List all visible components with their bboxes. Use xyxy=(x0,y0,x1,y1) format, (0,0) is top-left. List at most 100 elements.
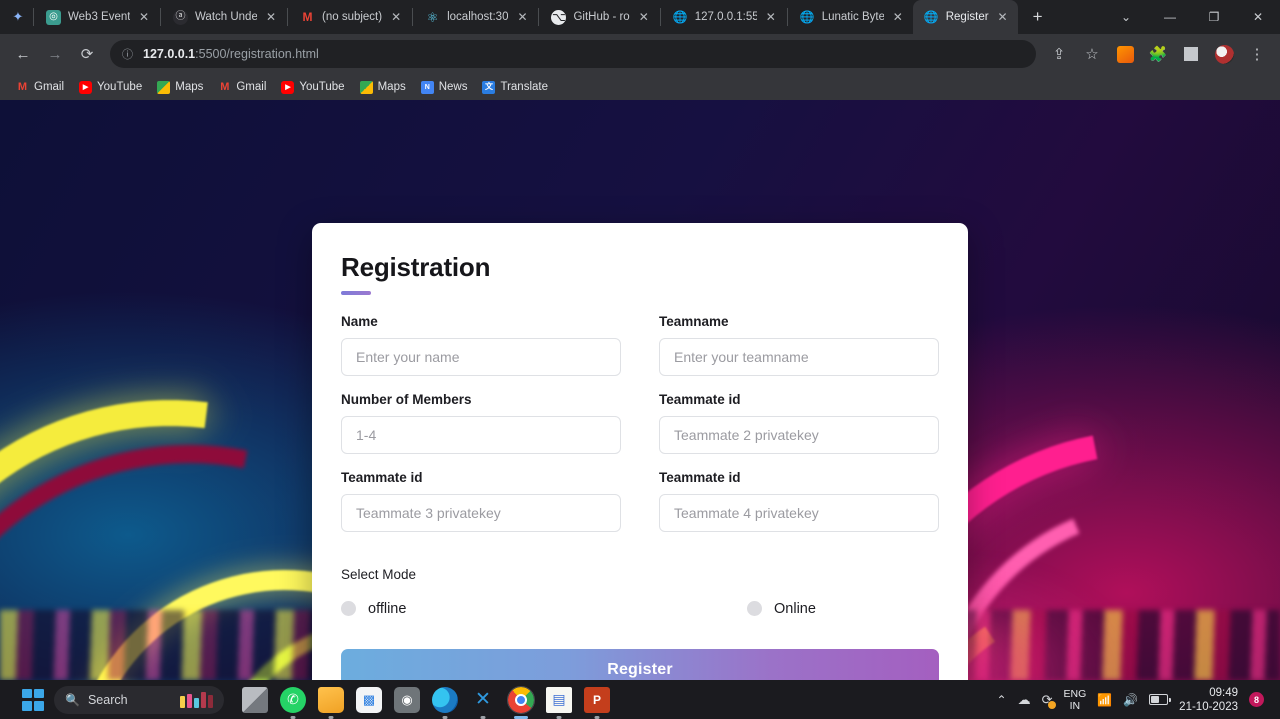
react-favicon: ⚛ xyxy=(426,9,439,25)
gmail-favicon: M xyxy=(302,10,313,24)
whatsapp-icon[interactable]: ✆ xyxy=(280,686,306,713)
battery-icon[interactable] xyxy=(1149,694,1172,705)
close-icon[interactable]: ✕ xyxy=(996,10,1010,24)
close-icon[interactable]: ✕ xyxy=(389,10,403,24)
sidebar-toggle-icon[interactable] xyxy=(1176,39,1206,69)
task-view-icon[interactable] xyxy=(242,686,268,713)
language-indicator[interactable]: ENG IN xyxy=(1064,688,1087,712)
share-icon[interactable]: ⇪ xyxy=(1044,39,1074,69)
youtube-icon: ▶ xyxy=(281,80,295,94)
file-explorer-icon[interactable] xyxy=(318,686,344,713)
bookmark-label: Gmail xyxy=(236,81,267,93)
close-icon[interactable]: ✕ xyxy=(891,10,905,24)
tab-127-0-0-1[interactable]: 🌐 127.0.0.1:55 ✕ xyxy=(662,0,786,34)
field-teammate-3: Teammate id xyxy=(341,470,621,532)
bookmark-label: Maps xyxy=(175,81,204,93)
teammate-3-input[interactable] xyxy=(341,493,621,532)
brave-rewards-icon[interactable]: ✦ xyxy=(4,0,32,34)
maximize-button[interactable]: ❐ xyxy=(1192,0,1236,34)
tab-title: GitHub - ro xyxy=(573,11,630,23)
clock-time: 09:49 xyxy=(1209,686,1238,699)
onedrive-cloud-icon[interactable]: ☁ xyxy=(1018,692,1031,708)
tab-web3-event[interactable]: ◎ Web3 Event ✕ xyxy=(35,0,159,34)
globe-favicon: 🌐 xyxy=(672,10,688,24)
bookmark-gmail-2[interactable]: M Gmail xyxy=(212,78,272,97)
close-icon[interactable]: ✕ xyxy=(764,10,778,24)
show-hidden-icons-chevron-icon[interactable]: ⌃ xyxy=(997,693,1007,707)
bookmark-label: YouTube xyxy=(97,81,143,93)
radio-option-offline[interactable]: offline xyxy=(341,601,747,617)
close-icon[interactable]: ✕ xyxy=(515,10,529,24)
tab-strip: ✦ ◎ Web3 Event ✕ ⓐ Watch Unde ✕ M (no su… xyxy=(0,0,1280,34)
tab-divider xyxy=(538,8,540,26)
teamname-input[interactable] xyxy=(659,337,939,376)
clock[interactable]: 09:49 21-10-2023 xyxy=(1179,686,1238,714)
bookmark-maps[interactable]: Maps xyxy=(151,78,209,97)
reload-button[interactable]: ⟳ xyxy=(72,39,102,69)
gmail-icon: M xyxy=(17,80,28,93)
radio-button-offline[interactable] xyxy=(341,601,356,617)
firefox-extension-icon[interactable] xyxy=(1110,39,1140,69)
tab-lunatic-bytes[interactable]: 🌐 Lunatic Byte ✕ xyxy=(789,0,913,34)
close-icon[interactable]: ✕ xyxy=(137,10,151,24)
minimize-button[interactable]: — xyxy=(1148,0,1192,34)
bookmark-youtube-2[interactable]: ▶ YouTube xyxy=(275,78,350,97)
url-text: 127.0.0.1:5500/registration.html xyxy=(143,47,319,61)
browser-menu-icon[interactable]: ⋮ xyxy=(1242,39,1272,69)
tab-divider xyxy=(786,8,788,26)
register-button[interactable]: Register xyxy=(341,648,939,680)
bookmark-translate[interactable]: 文 Translate xyxy=(476,78,554,97)
notepad-icon[interactable]: ▤ xyxy=(546,686,572,713)
windows-update-icon[interactable]: ⟳ xyxy=(1042,692,1056,709)
page-title: Registration xyxy=(341,252,491,282)
teammate-4-input[interactable] xyxy=(659,493,939,532)
close-icon[interactable]: ✕ xyxy=(637,10,651,24)
powerpoint-icon[interactable]: P xyxy=(584,686,610,713)
teammate-2-input[interactable] xyxy=(659,415,939,454)
bookmark-maps-2[interactable]: Maps xyxy=(354,78,412,97)
camera-icon[interactable]: ◉ xyxy=(394,686,420,713)
tab-search-icon[interactable]: ⌄ xyxy=(1104,0,1148,34)
forward-button[interactable]: → xyxy=(40,39,70,69)
radio-option-online[interactable]: Online xyxy=(747,601,816,617)
tab-register[interactable]: 🌐 Register ✕ xyxy=(912,0,1018,34)
tab-localhost-3000[interactable]: ⚛ localhost:30 ✕ xyxy=(414,0,537,34)
field-label: Teammate id xyxy=(659,469,741,485)
volume-icon[interactable]: 🔊 xyxy=(1123,693,1138,707)
bookmark-label: News xyxy=(438,81,468,93)
close-window-button[interactable]: ✕ xyxy=(1236,0,1280,34)
bookmarks-bar: M Gmail ▶ YouTube Maps M Gmail ▶ YouTube… xyxy=(0,74,1280,100)
field-label: Teamname xyxy=(659,313,729,329)
toolbar-actions: ⇪ ☆ 🧩 ⋮ xyxy=(1044,39,1272,69)
tab-title: Web3 Event xyxy=(68,11,130,23)
address-bar[interactable]: ⓘ 127.0.0.1:5500/registration.html xyxy=(110,40,1036,68)
microsoft-edge-icon[interactable] xyxy=(432,686,458,713)
field-teammate-2: Teammate id xyxy=(659,392,939,454)
radio-button-online[interactable] xyxy=(747,601,762,617)
members-input[interactable] xyxy=(341,415,621,454)
start-button[interactable] xyxy=(22,688,44,711)
microsoft-store-icon[interactable]: ▩ xyxy=(356,686,382,713)
bookmark-gmail[interactable]: M Gmail xyxy=(10,78,70,97)
google-chrome-icon[interactable] xyxy=(507,685,535,714)
tab-watch-under[interactable]: ⓐ Watch Unde ✕ xyxy=(162,0,286,34)
search-input[interactable]: 🔍 Search xyxy=(54,685,224,714)
tab-no-subject[interactable]: M (no subject) ✕ xyxy=(289,0,411,34)
vs-code-icon[interactable]: ✕ xyxy=(470,687,496,713)
avatar[interactable] xyxy=(1209,39,1239,69)
close-icon[interactable]: ✕ xyxy=(264,10,278,24)
tab-github[interactable]: ⌥ GitHub - ro ✕ xyxy=(540,0,658,34)
extensions-puzzle-icon[interactable]: 🧩 xyxy=(1143,39,1173,69)
bookmark-star-icon[interactable]: ☆ xyxy=(1077,39,1107,69)
wifi-icon[interactable]: 📶 xyxy=(1097,693,1112,707)
select-mode-label: Select Mode xyxy=(341,566,417,582)
site-info-icon[interactable]: ⓘ xyxy=(122,46,133,62)
radio-label: offline xyxy=(368,600,407,617)
tab-title: (no subject) xyxy=(322,11,383,23)
bookmark-news[interactable]: N News xyxy=(415,78,474,97)
new-tab-button[interactable]: + xyxy=(1024,3,1052,31)
bookmark-youtube[interactable]: ▶ YouTube xyxy=(73,78,148,97)
notification-badge[interactable]: 8 xyxy=(1249,692,1264,707)
back-button[interactable]: ← xyxy=(8,39,38,69)
name-input[interactable] xyxy=(341,337,621,376)
